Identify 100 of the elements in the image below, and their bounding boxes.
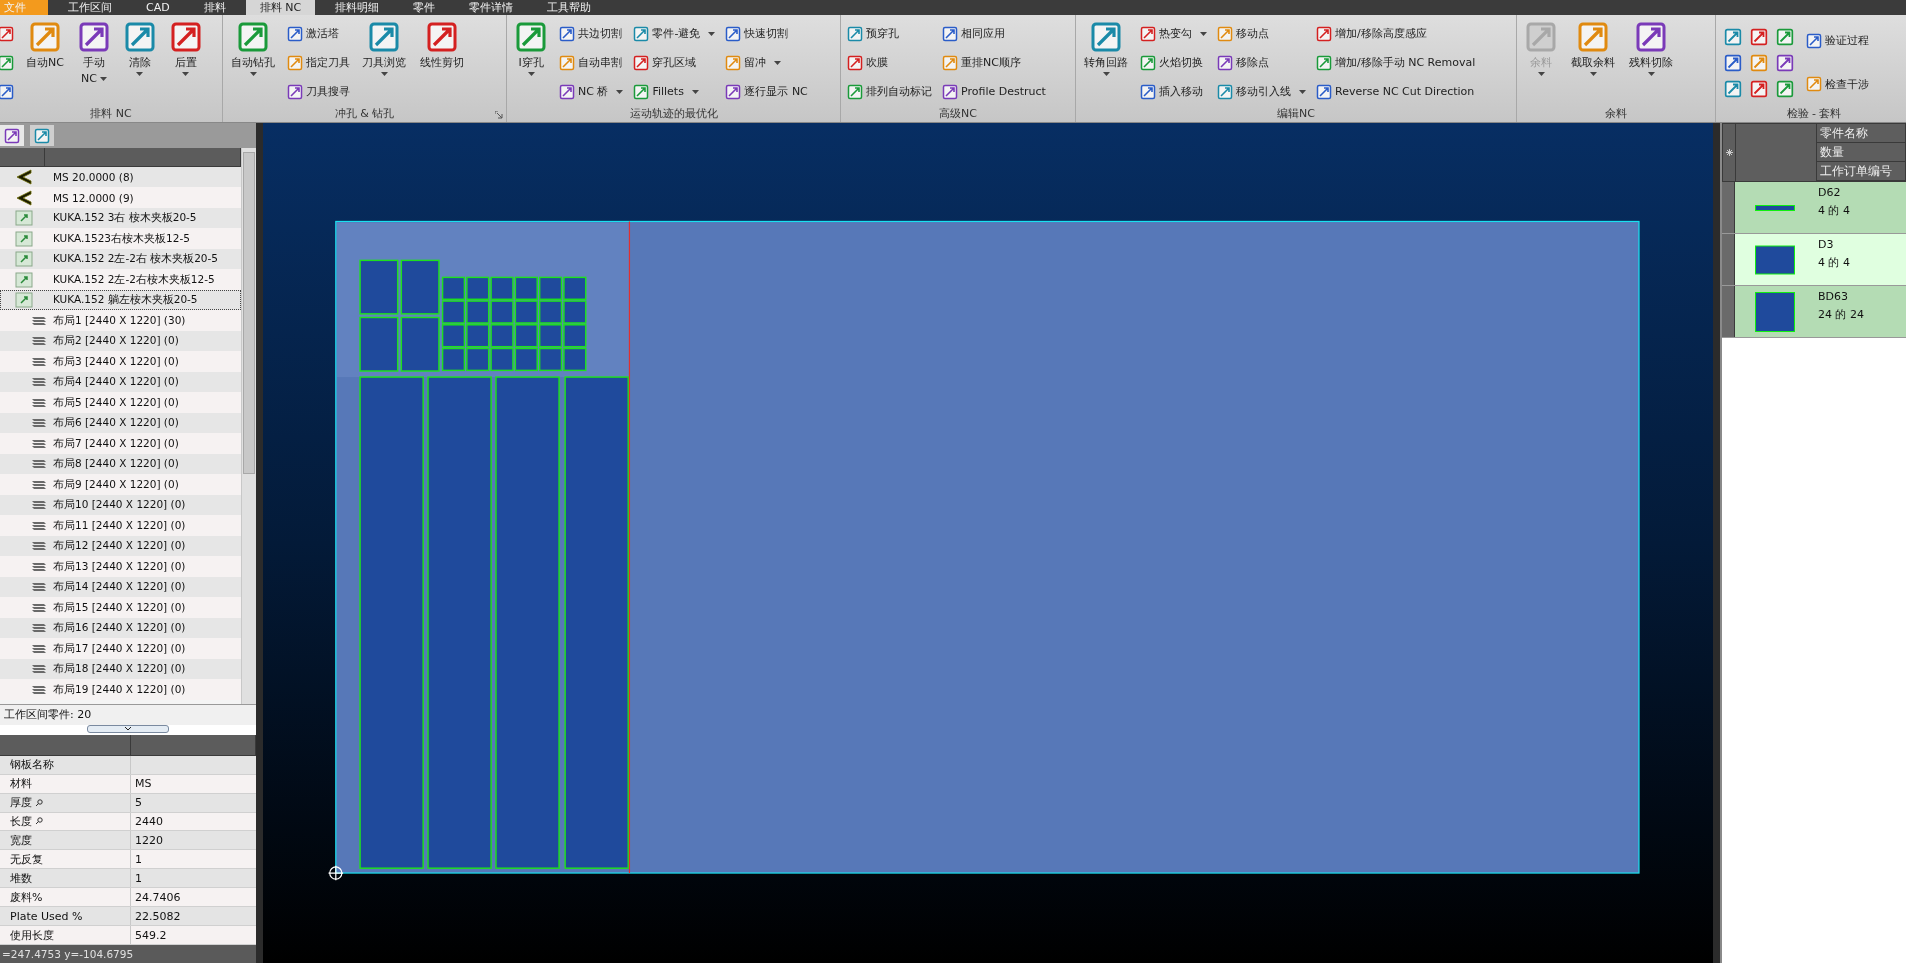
ribbon-button[interactable]: 穿孔区域 [633,50,716,75]
ribbon-button[interactable]: 截取余料 [1567,19,1619,106]
property-value[interactable]: 2440 [131,812,256,831]
tool-icon [0,54,14,71]
ribbon-button[interactable]: 指定刀具 [287,50,350,75]
nesting-canvas[interactable] [263,123,1713,963]
property-value[interactable]: 5 [131,793,256,812]
ribbon-button[interactable]: 自动钻孔 [227,19,279,106]
part-row[interactable]: D3 4 的 4 [1722,234,1906,286]
part-icon [15,210,33,227]
tree-item[interactable]: MS 20.0000 (8) [0,166,241,188]
ribbon-button[interactable]: 残料切除 [1625,19,1677,106]
ribbon-button[interactable]: 火焰切换 [1140,50,1207,75]
tree-item[interactable]: KUKA.152 2左-2右 桉木夹板20-5 [0,248,241,270]
tree-item[interactable]: KUKA.152 躺左桉木夹板20-5 [0,289,241,311]
ribbon-button[interactable]: 转角回路 [1080,19,1132,106]
ribbon-button[interactable]: 零件-避免 [633,21,716,46]
tool-icon [1090,21,1122,53]
ribbon-button[interactable]: 留冲 [725,50,808,75]
layers-icon [31,396,47,409]
tree-item[interactable]: 布局8 [2440 X 1220] (0) [0,453,241,475]
tool-icon [1724,27,1742,46]
ribbon-button[interactable]: 排列自动标记 [847,79,932,104]
ribbon-button[interactable]: 快速切割 [725,21,808,46]
tool-icon [725,83,742,100]
ribbon-button[interactable]: 重排NC顺序 [942,50,1046,75]
ribbon-button[interactable]: 预穿孔 [847,21,932,46]
tree-item[interactable]: 布局2 [2440 X 1220] (0) [0,330,241,352]
tree-item[interactable]: 布局4 [2440 X 1220] (0) [0,371,241,393]
ribbon-button[interactable]: 移动点 [1217,21,1306,46]
menu-tab[interactable]: 排料明细 [321,0,394,15]
ribbon-button[interactable]: 自动NC [22,19,68,106]
property-value[interactable]: 22.5082 [131,907,256,926]
launcher-icon[interactable] [495,111,503,119]
tree-item[interactable]: 布局16 [2440 X 1220] (0) [0,617,241,639]
ribbon-button[interactable]: 刀具浏览 [358,19,410,106]
menu-tab[interactable]: 排料 NC [245,0,316,15]
tree-item[interactable]: 布局18 [2440 X 1220] (0) [0,658,241,680]
tree-item[interactable]: 布局10 [2440 X 1220] (0) [0,494,241,516]
ribbon-button[interactable]: 吹膜 [847,50,932,75]
menu-tab[interactable]: 工作区间 [54,0,126,15]
ribbon-button[interactable]: Reverse NC Cut Direction [1316,79,1476,104]
scrollbar[interactable] [241,147,256,704]
property-value[interactable]: 1220 [131,831,256,850]
nested-part [466,347,490,372]
ribbon-button[interactable]: 自动串割 [559,50,624,75]
property-value[interactable]: 24.7406 [131,888,256,907]
ribbon-button[interactable]: 清除 [119,19,160,106]
tree-item[interactable]: 布局12 [2440 X 1220] (0) [0,535,241,557]
nested-part [514,276,538,300]
menu-tab[interactable]: CAD [132,0,184,15]
tool-icon [1140,25,1156,42]
tool-icon [123,21,156,53]
ribbon-button[interactable]: 逐行显示 NC [725,79,808,104]
ribbon-button[interactable]: 验证过程 [1806,28,1869,53]
property-label: 宽度 [0,831,131,850]
ribbon-button[interactable]: Profile Destruct [942,79,1046,104]
ribbon-button[interactable]: 增加/移除手动 NC Removal [1316,50,1476,75]
ribbon-button[interactable]: 热变勾 [1140,21,1207,46]
ribbon-button[interactable]: 手动 NC [73,19,114,106]
caret-icon [182,72,190,76]
menu-tab[interactable]: 排料 [189,0,240,15]
group-label: 高级NC [939,106,977,122]
property-value[interactable]: 1 [131,869,256,888]
ribbon-button[interactable]: 刀具搜寻 [287,79,350,104]
property-value[interactable]: MS [131,774,256,793]
ribbon-button[interactable]: 线性剪切 [416,19,468,106]
tree-item[interactable]: 布局6 [2440 X 1220] (0) [0,412,241,434]
ribbon-button[interactable]: 后置 [165,19,206,106]
ribbon-button[interactable]: 激活塔 [287,21,350,46]
ribbon-button[interactable]: I穿孔 [511,19,551,106]
menu-tab[interactable]: 工具帮助 [533,0,606,15]
ribbon-button[interactable]: NC 桥 [559,79,624,104]
menu-tab[interactable]: 零件详情 [455,0,528,15]
ribbon-button[interactable]: 增加/移除高度感应 [1316,21,1476,46]
ribbon-button[interactable]: 检查干涉 [1806,72,1869,97]
menu-tab[interactable]: 零件 [399,0,450,15]
property-value[interactable]: 549.2 [131,926,256,945]
part-row[interactable]: BD63 24 的 24 [1722,286,1906,338]
tool-icon [1316,25,1332,42]
ribbon-button[interactable]: 共边切割 [559,21,624,46]
tree-item[interactable]: KUKA.152 3右 桉木夹板20-5 [0,207,241,229]
ribbon-button[interactable]: 插入移动 [1140,79,1207,104]
splitter-handle[interactable] [87,724,169,733]
property-value[interactable]: 1 [131,850,256,869]
ribbon-button[interactable]: 移除点 [1217,50,1306,75]
tool-icon [1806,76,1822,93]
tool-icon [633,54,650,71]
panel-tab[interactable] [0,125,24,146]
layers-icon [31,622,47,635]
layers-icon [31,314,47,327]
origin-icon [327,865,344,881]
ribbon-button[interactable]: 相同应用 [942,21,1046,46]
ribbon-button[interactable]: 移动引入线 [1217,79,1306,104]
ribbon-button[interactable]: Fillets [633,79,716,104]
nested-part [490,347,514,372]
part-row[interactable]: D62 4 的 4 [1722,182,1906,234]
layers-icon [31,335,47,348]
panel-tab[interactable] [30,125,54,146]
tree-item[interactable]: 布局14 [2440 X 1220] (0) [0,576,241,598]
